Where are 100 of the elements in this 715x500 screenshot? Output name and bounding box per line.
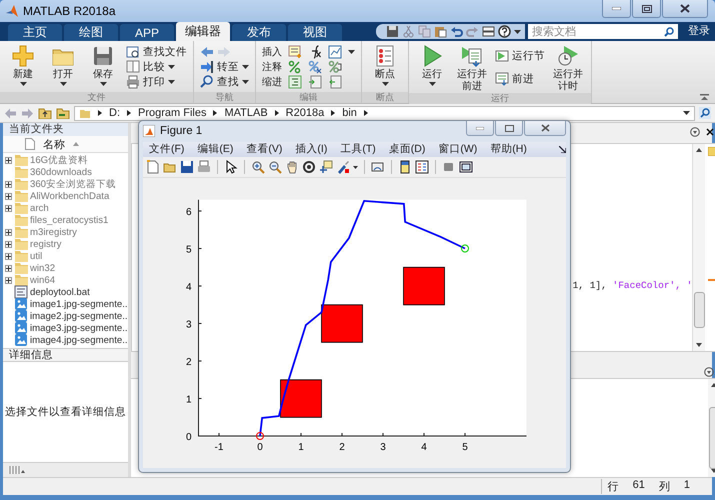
ribbon-button[interactable]: 运行节 (495, 48, 545, 64)
file-name[interactable]: deploytool.bat (30, 286, 90, 298)
maximize-button[interactable] (495, 121, 523, 136)
ribbon-button[interactable]: 运行并计时 (551, 44, 585, 93)
file-name[interactable]: image1.jpg-segmente.. (30, 298, 128, 310)
grip-icon[interactable] (9, 466, 25, 474)
link-plot-icon[interactable] (371, 160, 385, 174)
uncomment-icon[interactable] (308, 60, 322, 74)
login-link[interactable]: 登录 (688, 23, 710, 38)
dropdown-icon[interactable] (353, 166, 358, 169)
ribbon-button[interactable]: 前进 (495, 72, 545, 87)
ribbon-button[interactable]: 查找 (200, 74, 249, 90)
ribbon-button[interactable]: 新建 (6, 44, 40, 92)
minimize-button[interactable] (466, 121, 494, 136)
colorbar-icon[interactable] (398, 160, 412, 174)
file-name[interactable]: registry (30, 238, 62, 250)
ribbon-tab[interactable]: 编辑器 (176, 22, 230, 41)
close-button[interactable] (524, 121, 566, 136)
path-segment[interactable]: D: (109, 107, 120, 119)
collapse-ribbon-icon[interactable] (700, 94, 709, 100)
search-icon[interactable] (699, 107, 711, 119)
expand-toggle[interactable] (5, 192, 12, 200)
expand-toggle[interactable] (5, 276, 12, 284)
file-name[interactable]: win32 (30, 262, 56, 274)
hand-icon[interactable] (285, 160, 299, 174)
menu-item[interactable]: 帮助(H) (490, 142, 527, 156)
menu-item[interactable]: 工具(T) (340, 142, 376, 156)
zoom-in-icon[interactable] (251, 160, 265, 174)
data-cursor-icon[interactable] (319, 160, 333, 174)
file-name[interactable]: AliWorkbenchData (30, 190, 110, 202)
search-field[interactable]: 搜索文档 (528, 24, 678, 39)
close-icon[interactable] (706, 128, 714, 136)
expand-toggle[interactable] (5, 156, 12, 164)
brush-icon[interactable] (336, 160, 350, 174)
file-name[interactable]: m3iregistry (30, 226, 77, 238)
scrollbar-thumb[interactable] (694, 292, 705, 328)
printer-icon[interactable] (197, 160, 211, 174)
help-icon[interactable] (498, 25, 511, 38)
file-name[interactable]: files_ceratocystis1 (30, 214, 108, 226)
menu-item[interactable]: 文件(F) (149, 142, 184, 156)
ribbon-tab[interactable]: 主页 (8, 24, 62, 41)
menu-item[interactable]: 编辑(E) (197, 142, 234, 156)
menu-item[interactable]: 桌面(D) (388, 142, 426, 156)
legend-icon[interactable] (415, 160, 429, 174)
expand-toggle[interactable] (5, 264, 12, 272)
scroll-up-icon[interactable] (696, 148, 702, 152)
insert-section-icon[interactable] (288, 44, 302, 59)
ribbon-button[interactable]: 查找文件 (126, 44, 187, 60)
wrap-comment-icon[interactable] (328, 60, 342, 74)
panel-menu-icon[interactable] (704, 367, 714, 377)
ribbon-tab[interactable]: 视图 (288, 24, 342, 41)
minimize-button[interactable] (602, 0, 631, 18)
column-header[interactable]: 名称 (43, 136, 65, 152)
ribbon-tab[interactable]: 绘图 (64, 24, 118, 41)
smart-indent-icon[interactable] (288, 75, 302, 90)
clipboard-icon[interactable] (434, 25, 447, 38)
ribbon-button[interactable]: 断点 (368, 44, 402, 92)
ribbon-button[interactable]: 运行并前进 (455, 44, 489, 93)
expand-toggle[interactable] (5, 180, 12, 188)
path-segment[interactable]: Program Files (138, 107, 206, 119)
file-name[interactable]: image4.jpg-segmente.. (30, 334, 128, 346)
ribbon-tab[interactable]: 发布 (232, 24, 286, 41)
expand-toggle[interactable] (5, 228, 12, 236)
browse-folder-icon[interactable] (56, 107, 70, 119)
up-folder-icon[interactable] (38, 107, 52, 119)
maximize-button[interactable] (632, 0, 661, 18)
file-name[interactable]: 360downloads (30, 166, 92, 178)
file-name[interactable]: image2.jpg-segmente.. (30, 310, 128, 322)
path-segment[interactable]: MATLAB (224, 107, 268, 119)
rotate-icon[interactable] (302, 160, 316, 174)
file-name[interactable]: arch (30, 202, 49, 214)
expand-toggle[interactable] (5, 240, 12, 248)
comment-icon[interactable] (288, 60, 302, 74)
dock-icon[interactable] (559, 146, 566, 153)
ribbon-tab[interactable]: APP (120, 24, 174, 41)
file-name[interactable]: 16G优盘资料 (30, 154, 88, 166)
sort-ascending-icon[interactable] (73, 142, 79, 146)
undo-icon[interactable] (450, 25, 463, 38)
ribbon-button[interactable]: 运行 (415, 44, 449, 93)
close-button[interactable] (662, 0, 708, 18)
ribbon-button[interactable]: 比较 (126, 59, 187, 74)
increase-indent-icon[interactable] (308, 75, 322, 90)
save-icon[interactable] (180, 160, 194, 174)
pointer-icon[interactable] (224, 160, 238, 174)
file-name[interactable]: 360安全浏览器下载 (30, 178, 116, 190)
scroll-down-icon[interactable] (696, 343, 702, 347)
decrease-indent-icon[interactable] (328, 75, 342, 90)
menu-item[interactable]: 窗口(W) (438, 142, 478, 156)
menu-item[interactable]: 查看(V) (246, 142, 282, 156)
path-segment[interactable]: R2018a (286, 107, 324, 119)
ribbon-button[interactable]: 打开 (46, 44, 80, 92)
expand-toggle[interactable] (5, 252, 12, 260)
expand-toggle[interactable] (5, 204, 12, 212)
menu-item[interactable]: 插入(I) (295, 142, 328, 156)
plot-tools-icon[interactable] (459, 160, 473, 174)
file-name[interactable]: util (30, 250, 42, 262)
file-name[interactable]: win64 (30, 274, 56, 286)
new-figure-icon[interactable] (146, 160, 160, 174)
panel-menu-icon[interactable] (690, 127, 700, 137)
ribbon-button[interactable]: 打印 (126, 74, 187, 90)
